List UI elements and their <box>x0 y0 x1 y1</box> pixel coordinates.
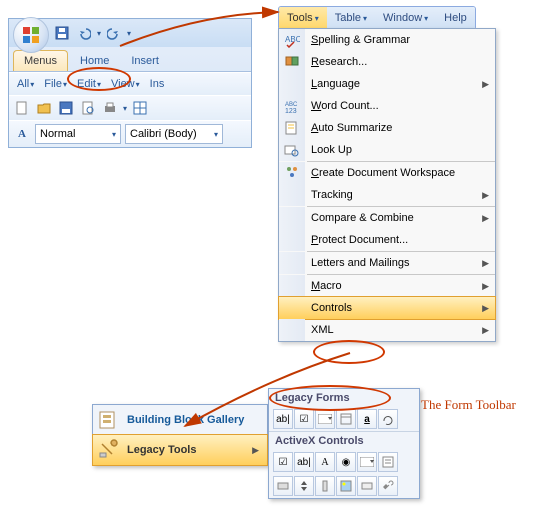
ax-spin-icon[interactable] <box>294 476 314 496</box>
activex-row-2 <box>269 474 419 498</box>
lookup-icon <box>284 142 300 158</box>
ribbon-tabs: Menus Home Insert <box>9 47 251 72</box>
dd-create-workspace[interactable]: Create Document Workspace <box>279 162 495 184</box>
style-icon[interactable]: A <box>13 125 31 143</box>
menus-row-1: All▾ File▾ Edit▾ View▾ Ins <box>9 72 251 95</box>
menubar: Tools▾ Table▾ Window▾ Help <box>278 6 476 30</box>
ax-button-icon[interactable] <box>357 476 377 496</box>
tools-dropdown: ABCSpelling & Grammar Research... Langua… <box>278 28 496 342</box>
highlight-circle <box>313 340 385 364</box>
tab-insert[interactable]: Insert <box>121 51 169 71</box>
save-icon[interactable] <box>57 99 75 117</box>
ax-radio-icon[interactable]: ◉ <box>336 452 356 472</box>
ax-image-icon[interactable] <box>336 476 356 496</box>
style-combo[interactable]: Normal▾ <box>35 124 121 144</box>
print-icon[interactable] <box>101 99 119 117</box>
dd-research[interactable]: Research... <box>279 51 495 73</box>
frame-icon[interactable] <box>336 409 356 429</box>
controls-popup: Building Block Gallery Legacy Tools ▶ <box>92 404 268 466</box>
legacy-tools-icon <box>97 439 119 461</box>
menu-view[interactable]: View▾ <box>107 76 144 92</box>
ax-toggle-icon[interactable] <box>273 476 293 496</box>
dd-autosum[interactable]: Auto Summarize <box>279 117 495 139</box>
menus-row-icons: ▾ <box>9 95 251 120</box>
office-button[interactable] <box>13 17 49 53</box>
spelling-icon: ABC <box>284 32 300 48</box>
quick-access-toolbar: ▾ ▾ <box>9 19 251 47</box>
menu-all[interactable]: All▾ <box>13 76 38 92</box>
legacy-forms-row: ab| ☑ a <box>269 407 419 431</box>
reset-icon[interactable] <box>378 409 398 429</box>
caption-label: The Form Toolbar <box>421 397 516 413</box>
ax-combo-icon[interactable] <box>357 452 377 472</box>
preview-icon[interactable] <box>79 99 97 117</box>
office-logo-icon <box>21 25 41 45</box>
menu-table[interactable]: Table▾ <box>327 7 375 29</box>
menu-insert[interactable]: Ins <box>146 76 169 92</box>
checkbox-icon[interactable]: ☑ <box>294 409 314 429</box>
font-combo[interactable]: Calibri (Body)▾ <box>125 124 223 144</box>
ax-textbox-icon[interactable]: ab| <box>294 452 314 472</box>
combobox-icon[interactable] <box>315 409 335 429</box>
redo-icon[interactable] <box>105 24 123 42</box>
tab-home[interactable]: Home <box>70 51 119 71</box>
chevron-down-icon[interactable]: ▾ <box>123 104 127 113</box>
save-icon[interactable] <box>53 24 71 42</box>
autosummarize-icon <box>284 120 300 136</box>
section-legacy-forms: Legacy Forms <box>269 389 419 407</box>
workspace-icon <box>284 165 300 181</box>
menus-row-style: A Normal▾ Calibri (Body)▾ <box>9 120 251 147</box>
table-icon[interactable] <box>131 99 149 117</box>
chevron-down-icon[interactable]: ▾ <box>127 29 131 38</box>
activex-row-1: ☑ ab| A ◉ <box>269 450 419 474</box>
gallery-icon <box>97 409 119 431</box>
chevron-down-icon[interactable]: ▾ <box>97 29 101 38</box>
menu-tools[interactable]: Tools▾ <box>279 7 327 29</box>
dd-letters[interactable]: Letters and Mailings▶ <box>279 252 495 274</box>
dd-lookup[interactable]: Look Up <box>279 139 495 161</box>
undo-icon[interactable] <box>75 24 93 42</box>
menu-edit[interactable]: Edit▾ <box>73 76 105 92</box>
new-doc-icon[interactable] <box>13 99 31 117</box>
section-activex: ActiveX Controls <box>269 431 419 450</box>
shading-icon[interactable]: a <box>357 409 377 429</box>
menu-file[interactable]: File▾ <box>40 76 71 92</box>
menu-window[interactable]: Window▾ <box>375 7 436 29</box>
ax-label-icon[interactable]: A <box>315 452 335 472</box>
wordcount-icon: ABC123 <box>284 98 300 114</box>
svg-text:123: 123 <box>285 108 297 114</box>
ax-checkbox-icon[interactable]: ☑ <box>273 452 293 472</box>
popup-item-legacy[interactable]: Legacy Tools ▶ <box>92 434 268 466</box>
research-icon <box>284 54 300 70</box>
dd-language[interactable]: Language▶ <box>279 73 495 95</box>
ax-more-icon[interactable] <box>378 476 398 496</box>
dd-tracking[interactable]: Tracking▶ <box>279 184 495 206</box>
dd-compare[interactable]: Compare & Combine▶ <box>279 207 495 229</box>
ax-scroll-icon[interactable] <box>315 476 335 496</box>
textfield-icon[interactable]: ab| <box>273 409 293 429</box>
legacy-tools-popup: Legacy Forms ab| ☑ a ActiveX Controls ☑ … <box>268 388 420 499</box>
open-icon[interactable] <box>35 99 53 117</box>
dd-macro[interactable]: Macro▶ <box>279 275 495 297</box>
popup-item-bbg[interactable]: Building Block Gallery <box>93 405 267 435</box>
dd-protect[interactable]: Protect Document... <box>279 229 495 251</box>
dd-spelling[interactable]: ABCSpelling & Grammar <box>279 29 495 51</box>
dd-xml[interactable]: XML▶ <box>279 319 495 341</box>
dd-wordcount[interactable]: ABC123Word Count... <box>279 95 495 117</box>
tab-menus[interactable]: Menus <box>13 50 68 71</box>
ribbon: ▾ ▾ Menus Home Insert All▾ File▾ Edit▾ V… <box>8 18 252 148</box>
dd-controls[interactable]: Controls▶ <box>278 296 496 320</box>
ax-list-icon[interactable] <box>378 452 398 472</box>
menu-help[interactable]: Help <box>436 7 475 29</box>
